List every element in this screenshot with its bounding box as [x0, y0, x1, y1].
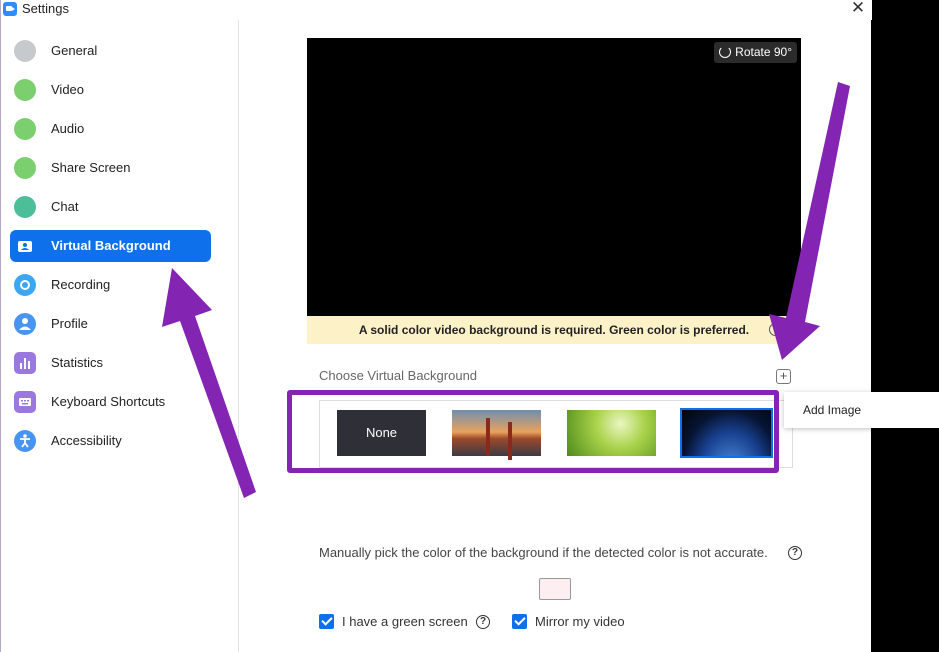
zoom-app-icon: [3, 2, 17, 16]
virtual-background-icon: [14, 235, 36, 257]
sidebar-item-label: Audio: [51, 121, 85, 136]
sidebar-item-virtual-background[interactable]: Virtual Background: [10, 230, 211, 262]
help-icon[interactable]: ?: [476, 615, 490, 629]
video-preview: Rotate 90°: [307, 38, 801, 316]
gear-icon: [14, 40, 36, 62]
mirror-video-checkbox[interactable]: [512, 614, 527, 629]
sidebar-item-label: Recording: [51, 277, 111, 292]
choose-background-heading: Choose Virtual Background: [319, 368, 478, 383]
settings-sidebar: General Video Audio Share Screen Chat Vi…: [1, 20, 239, 652]
sidebar-item-label: Share Screen: [51, 160, 131, 175]
green-screen-notice: A solid color video background is requir…: [307, 316, 801, 344]
settings-window: Settings ✕ General Video Audio Share Scr…: [0, 0, 939, 652]
sidebar-item-video[interactable]: Video: [10, 74, 211, 106]
manual-color-text: Manually pick the color of the backgroun…: [319, 545, 768, 560]
add-image-menu: Add Image: [784, 392, 939, 428]
add-image-menu-item[interactable]: Add Image: [803, 403, 861, 417]
profile-icon: [14, 313, 36, 335]
background-none[interactable]: None: [337, 410, 426, 456]
keyboard-icon: [14, 391, 36, 413]
share-screen-icon: [14, 157, 36, 179]
background-golden-gate-bridge[interactable]: [452, 410, 541, 456]
sidebar-item-label: Keyboard Shortcuts: [51, 394, 166, 409]
background-earth-selected[interactable]: [680, 408, 773, 458]
window-title: Settings: [22, 1, 69, 16]
add-background-button[interactable]: +: [776, 369, 791, 384]
background-color-swatch[interactable]: [539, 578, 571, 600]
background-grass[interactable]: [567, 410, 656, 456]
close-icon[interactable]: ✕: [849, 0, 867, 18]
headphones-icon: [14, 118, 36, 140]
sidebar-item-audio[interactable]: Audio: [10, 113, 211, 145]
sidebar-item-share-screen[interactable]: Share Screen: [10, 152, 211, 184]
background-thumbnail-list: None: [319, 400, 793, 468]
rotate-button[interactable]: Rotate 90°: [714, 42, 797, 63]
sidebar-item-label: Video: [51, 82, 85, 97]
rotate-label: Rotate 90°: [735, 45, 792, 59]
green-screen-label: I have a green screen: [342, 614, 468, 629]
title-bar: Settings ✕: [1, 0, 872, 20]
sidebar-item-profile[interactable]: Profile: [10, 308, 211, 340]
sidebar-item-label: General: [51, 43, 98, 58]
sidebar-item-label: Accessibility: [51, 433, 122, 448]
accessibility-icon: [14, 430, 36, 452]
video-camera-icon: [14, 79, 36, 101]
notice-text: A solid color video background is requir…: [358, 323, 750, 337]
sidebar-item-statistics[interactable]: Statistics: [10, 347, 211, 379]
sidebar-item-general[interactable]: General: [10, 35, 211, 67]
chat-bubble-icon: [14, 196, 36, 218]
sidebar-item-keyboard-shortcuts[interactable]: Keyboard Shortcuts: [10, 386, 211, 418]
sidebar-item-label: Statistics: [51, 355, 104, 370]
sidebar-item-label: Virtual Background: [51, 238, 171, 253]
sidebar-item-recording[interactable]: Recording: [10, 269, 211, 301]
sidebar-item-chat[interactable]: Chat: [10, 191, 211, 223]
sidebar-item-label: Chat: [51, 199, 79, 214]
rotate-icon: [719, 46, 732, 58]
statistics-icon: [14, 352, 36, 374]
sidebar-item-label: Profile: [51, 316, 88, 331]
record-icon: [14, 274, 36, 296]
info-icon[interactable]: [769, 323, 782, 336]
help-icon[interactable]: ?: [788, 546, 802, 560]
mirror-video-label: Mirror my video: [535, 614, 625, 629]
sidebar-item-accessibility[interactable]: Accessibility: [10, 425, 211, 457]
virtual-background-panel: Rotate 90° A solid color video backgroun…: [240, 20, 939, 652]
green-screen-checkbox[interactable]: [319, 614, 334, 629]
